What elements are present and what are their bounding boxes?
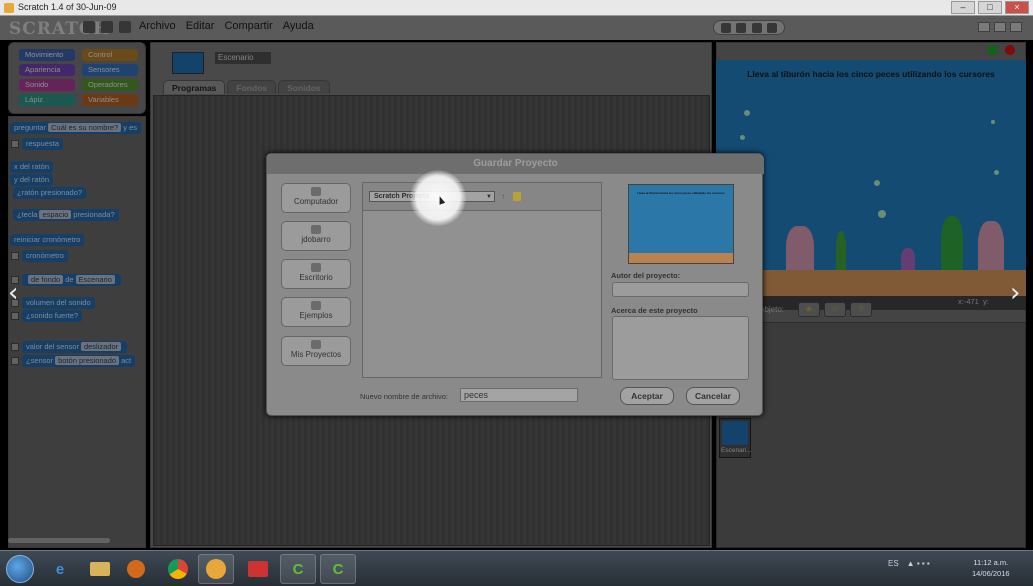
taskbar: e C C ES ▲ ▪ ▪ ▪ 11:12 a.m. 14/06/2016 <box>0 550 1033 586</box>
language-indicator[interactable]: ES <box>888 559 899 568</box>
previous-slide-icon[interactable]: ‹ <box>8 278 18 308</box>
recorder-icon[interactable] <box>240 554 276 584</box>
internet-explorer-icon[interactable]: e <box>42 554 78 584</box>
window-controls: – □ × <box>951 1 1029 14</box>
scratch-taskbar-icon[interactable] <box>198 554 234 584</box>
filename-label: Nuevo nombre de archivo: <box>360 392 448 401</box>
project-thumbnail: Lleva al tiburón hacia los cinco peces u… <box>628 184 734 264</box>
thumbnail-sand <box>629 253 733 263</box>
dialog-title: Guardar Proyecto <box>267 154 764 174</box>
save-project-dialog: Guardar Proyecto Computador jdobarro Esc… <box>266 153 764 416</box>
filename-input[interactable]: peces <box>460 388 578 402</box>
file-browser-toolbar: Scratch Projects ▼ ↑ <box>363 183 601 211</box>
media-player-icon[interactable] <box>118 554 154 584</box>
about-label: Acerca de este proyecto <box>611 306 698 315</box>
folder-icon <box>311 340 321 349</box>
window-title: Scratch 1.4 of 30-Jun-09 <box>18 2 117 12</box>
location-escritorio[interactable]: Escritorio <box>281 259 351 289</box>
clock-date: 14/06/2016 <box>972 569 1010 578</box>
computer-icon <box>311 187 321 196</box>
location-jdobarro[interactable]: jdobarro <box>281 221 351 251</box>
parent-folder-icon[interactable]: ↑ <box>501 192 509 201</box>
new-folder-icon[interactable] <box>513 192 521 201</box>
file-explorer-icon[interactable] <box>82 554 118 584</box>
thumbnail-text: Lleva al tiburón hacia los cinco peces u… <box>637 191 725 195</box>
location-computador[interactable]: Computador <box>281 183 351 213</box>
location-ejemplos[interactable]: Ejemplos <box>281 297 351 327</box>
examples-icon <box>311 301 321 310</box>
camtasia-icon[interactable]: C <box>280 554 316 584</box>
chevron-down-icon: ▼ <box>486 194 492 200</box>
file-browser[interactable]: Scratch Projects ▼ ↑ <box>362 182 602 378</box>
system-tray: ES ▲ ▪ ▪ ▪ <box>888 559 930 568</box>
tray-icons[interactable]: ▲ ▪ ▪ ▪ <box>907 559 930 568</box>
camtasia-recorder-icon[interactable]: C <box>320 554 356 584</box>
chrome-icon[interactable] <box>160 554 196 584</box>
clock-time: 11:12 a.m. <box>973 558 1009 567</box>
about-field[interactable] <box>612 316 749 380</box>
start-button[interactable] <box>6 555 34 583</box>
accept-button[interactable]: Aceptar <box>620 387 674 405</box>
close-button[interactable]: × <box>1005 1 1029 14</box>
location-mis-proyectos[interactable]: Mis Proyectos <box>281 336 351 366</box>
cancel-button[interactable]: Cancelar <box>686 387 740 405</box>
home-icon <box>311 225 321 234</box>
maximize-button[interactable]: □ <box>978 1 1002 14</box>
next-slide-icon[interactable]: › <box>1010 278 1020 308</box>
author-label: Autor del proyecto: <box>611 271 681 280</box>
folder-icon <box>311 263 321 272</box>
author-field[interactable] <box>612 282 749 297</box>
clock[interactable]: 11:12 a.m. 14/06/2016 <box>972 557 1010 579</box>
window-titlebar: Scratch 1.4 of 30-Jun-09 – □ × <box>0 0 1033 16</box>
minimize-button[interactable]: – <box>951 1 975 14</box>
scratch-app-icon <box>4 3 14 13</box>
